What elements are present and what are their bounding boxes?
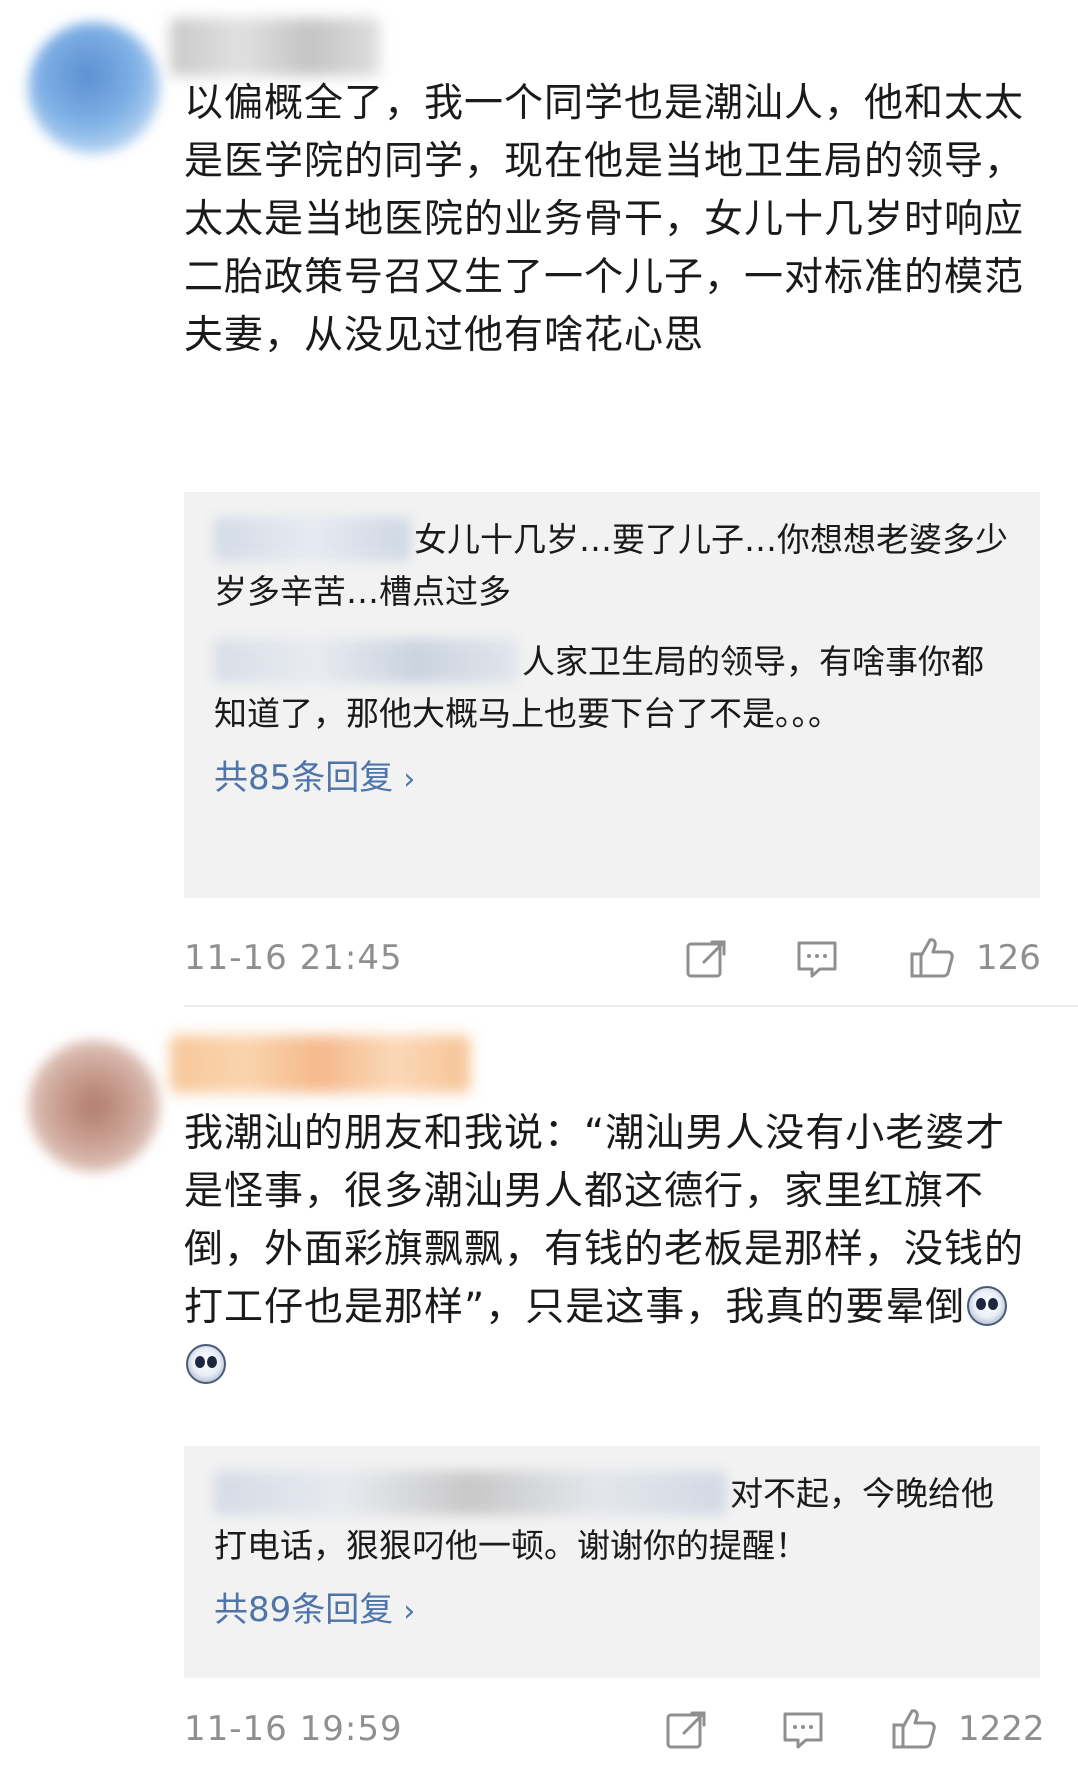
comment-text: 我潮汕的朋友和我说：“潮汕男人没有小老婆才是怪事，很多潮汕男人都这德行，家里红旗… xyxy=(184,1105,1044,1395)
timestamp: 11-16 21:45 xyxy=(184,938,403,978)
view-more-replies-link[interactable]: 共85条回复 › xyxy=(184,752,1040,806)
reply-preview-box[interactable]: 对不起，今晚给他打电话，狠狠叼他一顿。谢谢你的提醒！ 共89条回复 › xyxy=(184,1446,1040,1678)
reply-preview-box[interactable]: 女儿十几岁…要了儿子…你想想老婆多少岁多辛苦…槽点过多 人家卫生局的领导，有啥事… xyxy=(184,492,1040,898)
like-count: 126 xyxy=(976,938,1041,978)
reply-item: 女儿十几岁…要了儿子…你想想老婆多少岁多辛苦…槽点过多 xyxy=(184,514,1040,618)
comment-icon[interactable] xyxy=(780,1701,826,1761)
comment-meta: 11-16 19:59 1222 xyxy=(184,1701,1046,1761)
reply-username-blurred[interactable] xyxy=(214,639,518,683)
dizzy-face-icon xyxy=(186,1344,226,1384)
avatar[interactable] xyxy=(28,22,160,154)
share-icon[interactable] xyxy=(684,930,730,990)
comment-meta: 11-16 21:45 126 xyxy=(184,930,1046,990)
reply-item: 对不起，今晚给他打电话，狠狠叼他一顿。谢谢你的提醒！ xyxy=(184,1468,1040,1572)
username-blurred[interactable] xyxy=(170,18,380,76)
reply-username-blurred[interactable] xyxy=(214,1471,726,1515)
reply-item: 人家卫生局的领导，有啥事你都知道了，那他大概马上也要下台了不是。。。 xyxy=(184,636,1040,740)
more-replies-label: 共89条回复 xyxy=(214,1590,394,1630)
reply-username-blurred[interactable] xyxy=(214,517,410,561)
comment-text: 以偏概全了，我一个同学也是潮汕人，他和太太是医学院的同学，现在他是当地卫生局的领… xyxy=(184,81,1025,358)
timestamp: 11-16 19:59 xyxy=(184,1709,403,1749)
username-blurred[interactable] xyxy=(170,1035,470,1093)
view-more-replies-link[interactable]: 共89条回复 › xyxy=(184,1584,1040,1638)
chevron-right-icon: › xyxy=(403,762,416,797)
avatar[interactable] xyxy=(28,1040,160,1172)
more-replies-label: 共85条回复 xyxy=(214,758,394,798)
like-count: 1222 xyxy=(958,1709,1045,1749)
thumbs-up-icon[interactable] xyxy=(908,930,956,990)
comment-icon[interactable] xyxy=(794,930,840,990)
chevron-right-icon: › xyxy=(403,1594,416,1629)
share-icon[interactable] xyxy=(664,1701,710,1761)
dizzy-face-icon xyxy=(967,1286,1008,1326)
comment-text-content: 我潮汕的朋友和我说：“潮汕男人没有小老婆才是怪事，很多潮汕男人都这德行，家里红旗… xyxy=(184,1111,1025,1330)
thumbs-up-icon[interactable] xyxy=(890,1701,938,1761)
divider xyxy=(184,1005,1078,1007)
